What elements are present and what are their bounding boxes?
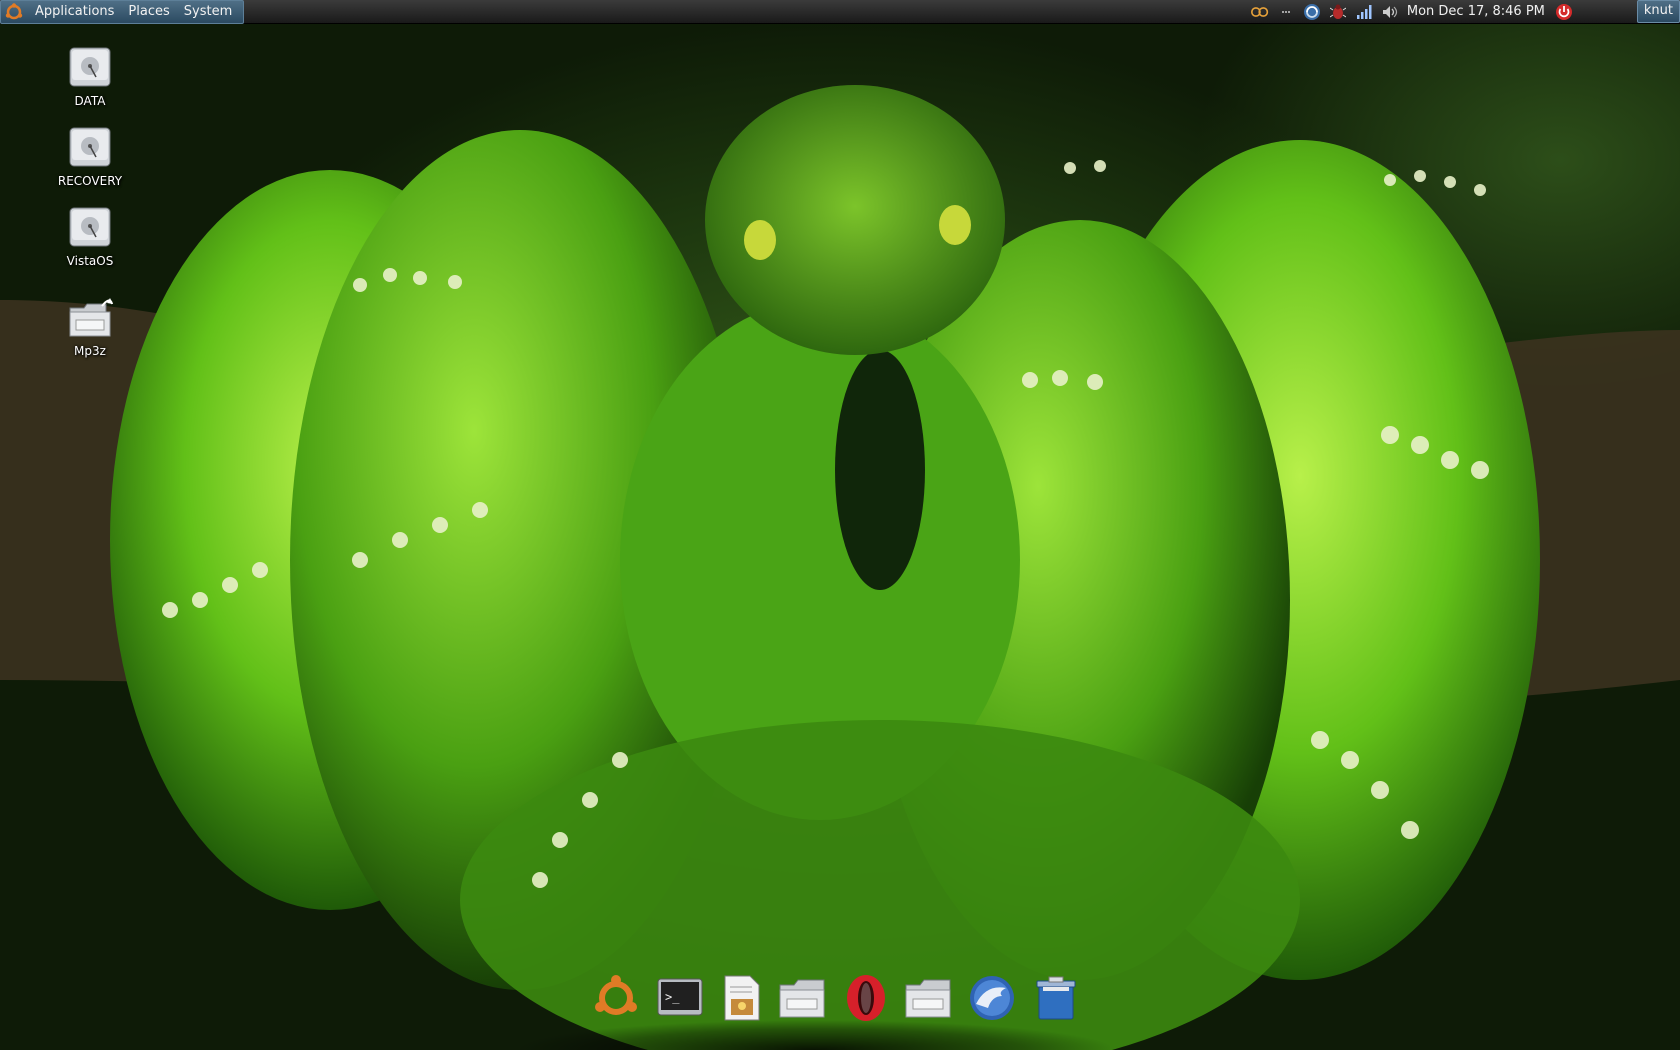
drive-icon bbox=[66, 204, 114, 252]
network-sync-icon[interactable] bbox=[1303, 3, 1321, 21]
dock-item-trash[interactable] bbox=[1030, 972, 1082, 1024]
system-tray: Mon Dec 17, 8:46 PM knut bbox=[1247, 0, 1680, 23]
menu-places[interactable]: Places bbox=[121, 2, 176, 22]
ubuntu-logo-icon bbox=[595, 975, 637, 1015]
dock: >_ bbox=[520, 972, 1110, 1050]
snake-wallpaper-image bbox=[0, 85, 1680, 1050]
power-icon[interactable] bbox=[1555, 3, 1573, 21]
menu-system[interactable]: System bbox=[177, 2, 239, 22]
bug-icon[interactable] bbox=[1329, 3, 1347, 21]
dock-item-terminal[interactable]: >_ bbox=[654, 972, 706, 1024]
desktop-wallpaper bbox=[0, 0, 1680, 1050]
dock-item-folder-2[interactable] bbox=[902, 972, 954, 1024]
folder-icon bbox=[905, 979, 951, 1018]
clock[interactable]: Mon Dec 17, 8:46 PM bbox=[1407, 4, 1545, 19]
ubuntu-logo-icon[interactable] bbox=[4, 2, 24, 22]
drive-icon bbox=[66, 44, 114, 92]
more-icon[interactable] bbox=[1277, 3, 1295, 21]
menu-applications[interactable]: Applications bbox=[28, 2, 121, 22]
terminal-icon: >_ bbox=[657, 978, 703, 1016]
desktop-icon-label: DATA bbox=[74, 94, 106, 108]
desktop-icon-vistaos[interactable]: VistaOS bbox=[40, 204, 140, 268]
desktop-icon-label: Mp3z bbox=[74, 344, 106, 358]
user-switcher[interactable]: knut bbox=[1636, 0, 1680, 23]
thunderbird-icon bbox=[970, 976, 1014, 1020]
main-menu-bar: Applications Places System bbox=[0, 0, 245, 24]
desktop-icon-data[interactable]: DATA bbox=[40, 44, 140, 108]
text-editor-icon bbox=[724, 975, 760, 1021]
signal-strength-icon[interactable] bbox=[1355, 3, 1373, 21]
opera-icon bbox=[847, 975, 885, 1021]
desktop-icon-mp3z[interactable]: Mp3z bbox=[40, 294, 140, 358]
top-panel: Applications Places System Mon Dec 17, 8… bbox=[0, 0, 1680, 24]
desktop-icon-recovery[interactable]: RECOVERY bbox=[40, 124, 140, 188]
dock-item-opera[interactable] bbox=[840, 972, 892, 1024]
svg-text:>_: >_ bbox=[665, 990, 680, 1004]
desktop-icon-label: RECOVERY bbox=[57, 174, 123, 188]
gnome-do-icon[interactable] bbox=[1250, 3, 1269, 21]
dock-item-text-editor[interactable] bbox=[716, 972, 768, 1024]
folder-icon bbox=[779, 979, 825, 1018]
dock-item-ubuntu[interactable] bbox=[590, 972, 642, 1024]
folder-link-icon bbox=[66, 294, 114, 342]
dock-item-folder-1[interactable] bbox=[776, 972, 828, 1024]
volume-icon[interactable] bbox=[1381, 3, 1399, 21]
desktop-icon-label: VistaOS bbox=[66, 254, 114, 268]
dock-item-thunderbird[interactable] bbox=[966, 972, 1018, 1024]
drive-icon bbox=[66, 124, 114, 172]
trash-icon bbox=[1036, 976, 1076, 1020]
